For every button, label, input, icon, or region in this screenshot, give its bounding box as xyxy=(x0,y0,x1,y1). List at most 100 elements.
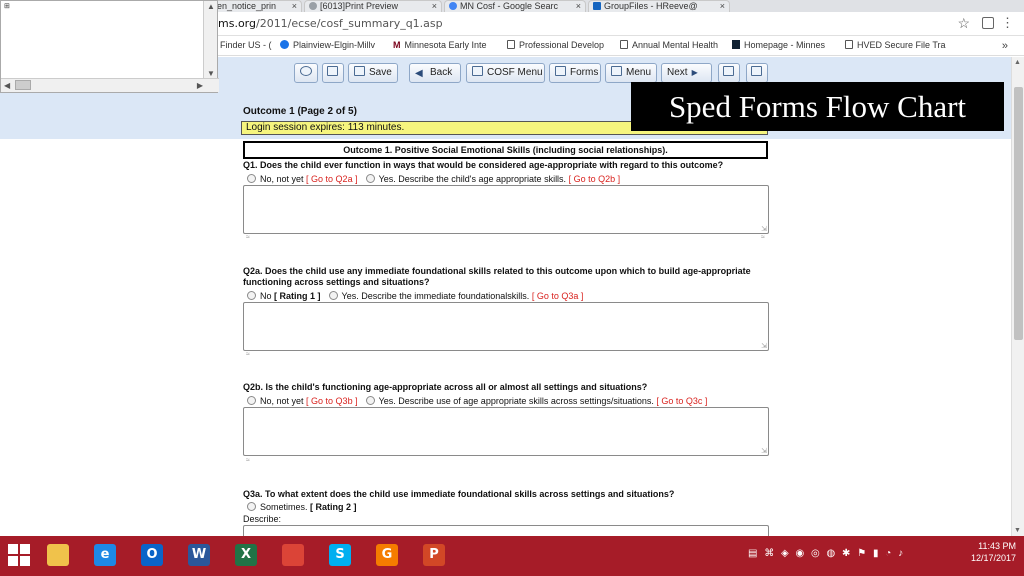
update-tray-icon[interactable]: ◉ xyxy=(796,548,807,559)
expand-button[interactable] xyxy=(294,63,318,83)
excel-icon[interactable]: X xyxy=(230,540,262,572)
scroll-up-icon[interactable]: ▲ xyxy=(207,2,215,11)
scroll-thumb[interactable] xyxy=(1014,87,1023,340)
q2b-textarea[interactable]: ⇲ xyxy=(243,407,769,456)
security-tray-icon[interactable]: ◈ xyxy=(781,548,791,559)
browser-tab[interactable]: [6013]Print Preview × xyxy=(304,0,442,12)
windows-start-icon[interactable] xyxy=(8,544,30,566)
cosf-menu-label: COSF Menu xyxy=(487,67,543,78)
next-label: Next xyxy=(667,67,688,78)
scroll-up-icon[interactable]: ▲ xyxy=(1014,59,1021,66)
document-button[interactable] xyxy=(718,63,740,83)
foxit-reader-icon[interactable]: G xyxy=(371,540,403,572)
word-icon[interactable]: W xyxy=(183,540,215,572)
tab-label: MN Cosf - Google Searc xyxy=(460,1,559,11)
menu-button[interactable]: Menu xyxy=(605,63,657,83)
scroll-down-icon[interactable]: ▼ xyxy=(207,69,215,78)
option-label: No, not yet xyxy=(260,396,304,406)
printer-tray-icon[interactable]: ▤ xyxy=(748,548,759,559)
network-tray-icon[interactable]: ⌘ xyxy=(764,548,776,559)
browser-tab[interactable]: GroupFiles - HReeve@ × xyxy=(588,0,730,12)
browser-tab[interactable]: en_notice_prin × xyxy=(212,0,302,12)
bookmark-label: Finder US - ( xyxy=(220,40,272,50)
scroll-down-icon[interactable]: ▼ xyxy=(1014,527,1021,534)
wifi-icon[interactable]: ◔ xyxy=(885,548,893,559)
bookmark-item[interactable]: Professional Develop xyxy=(507,40,604,50)
powerpoint-icon[interactable]: P xyxy=(418,540,450,572)
bookmark-label: Homepage - Minnes xyxy=(744,40,826,50)
bookmark-item[interactable]: M Minnesota Early Inte xyxy=(393,40,487,50)
option-label: No xyxy=(260,291,272,301)
option-label: Yes. Describe use of age appropriate ski… xyxy=(378,396,654,406)
bookmark-label: Annual Mental Health xyxy=(632,40,719,50)
radio-yes[interactable] xyxy=(365,174,375,183)
resize-handle-icon: ≈ xyxy=(761,234,765,241)
bluetooth-icon[interactable]: ✱ xyxy=(842,548,852,559)
bookmark-item[interactable]: HVED Secure File Tra xyxy=(845,40,946,50)
chat-tray-icon[interactable]: ◍ xyxy=(827,548,838,559)
option-label: No, not yet xyxy=(260,174,304,184)
next-button[interactable]: Next ▶ xyxy=(661,63,712,83)
horizontal-scrollbar[interactable]: ◀ ▶ xyxy=(1,78,219,92)
battery-icon[interactable]: ▮ xyxy=(873,548,881,559)
bookmark-label: Minnesota Early Inte xyxy=(404,40,487,50)
skype-icon[interactable]: S xyxy=(324,540,356,572)
sync-tray-icon[interactable]: ◎ xyxy=(811,548,822,559)
window-button[interactable] xyxy=(322,63,344,83)
cosf-menu-button[interactable]: COSF Menu xyxy=(466,63,545,83)
radio-sometimes[interactable] xyxy=(247,502,256,511)
close-icon[interactable]: × xyxy=(720,1,725,11)
close-icon[interactable]: × xyxy=(292,1,297,11)
clock[interactable]: 11:43 PM 12/17/2017 xyxy=(971,540,1016,564)
page-title: Outcome 1 (Page 2 of 5) xyxy=(243,106,357,117)
file-explorer-icon[interactable] xyxy=(42,540,74,572)
url-field[interactable]: ms.org/2011/ecse/cosf_summary_q1.asp xyxy=(218,17,443,30)
scroll-left-icon[interactable]: ◀ xyxy=(4,81,10,90)
close-icon[interactable]: × xyxy=(576,1,581,11)
resize-grip-icon[interactable]: ⇲ xyxy=(761,342,767,350)
goto-link: [ Go to Q3a ] xyxy=(531,291,584,301)
print-button[interactable] xyxy=(746,63,768,83)
window-icon xyxy=(327,66,338,76)
scroll-right-icon[interactable]: ▶ xyxy=(197,81,203,90)
scroll-thumb[interactable] xyxy=(15,80,31,90)
page-scrollbar[interactable]: ▲ ▼ xyxy=(1011,57,1024,536)
radio-no-not-yet[interactable] xyxy=(247,396,256,405)
save-label: Save xyxy=(369,67,392,78)
bookmark-item[interactable]: Plainview-Elgin-Millv xyxy=(280,40,375,50)
flag-icon[interactable]: ⚑ xyxy=(857,548,868,559)
radio-yes[interactable] xyxy=(365,396,375,405)
vertical-scrollbar[interactable]: ▲ ▼ xyxy=(203,1,217,79)
bookmark-item[interactable]: Finder US - ( xyxy=(220,40,272,50)
extension-icon[interactable] xyxy=(982,17,994,29)
question-q2b: Q2b. Is the child's functioning age-appr… xyxy=(243,382,648,392)
back-button[interactable]: ◀ Back xyxy=(409,63,461,83)
tab-label: GroupFiles - HReeve@ xyxy=(604,1,698,11)
more-bookmarks-icon[interactable]: » xyxy=(1002,40,1008,52)
groupfiles-icon xyxy=(593,2,601,10)
bookmark-star-icon[interactable]: ☆ xyxy=(957,15,970,32)
bookmark-item[interactable]: Homepage - Minnes xyxy=(732,40,825,50)
close-icon[interactable]: × xyxy=(432,1,437,11)
bookmark-item[interactable]: Annual Mental Health xyxy=(620,40,718,50)
forms-label: Forms xyxy=(570,67,599,78)
save-button[interactable]: Save xyxy=(348,63,398,83)
forms-button[interactable]: Forms xyxy=(549,63,601,83)
grid-icon: ⊞ xyxy=(4,3,10,10)
resize-grip-icon[interactable]: ⇲ xyxy=(761,225,767,233)
radio-no[interactable] xyxy=(247,291,256,300)
tab-label: en_notice_prin xyxy=(217,1,277,11)
chrome-icon[interactable] xyxy=(277,540,309,572)
browser-tab[interactable]: MN Cosf - Google Searc × xyxy=(444,0,586,12)
radio-no-not-yet[interactable] xyxy=(247,174,256,183)
popup-window: ⊞ ▲ ▼ ◀ ▶ xyxy=(0,0,219,93)
menu-kebab-icon[interactable]: ⋮ xyxy=(1001,15,1014,31)
q2a-textarea[interactable]: ⇲ xyxy=(243,302,769,351)
q1-textarea[interactable]: ⇲ xyxy=(243,185,769,234)
volume-icon[interactable]: ♪ xyxy=(898,548,905,559)
outlook-icon[interactable]: O xyxy=(136,540,168,572)
google-icon xyxy=(449,2,457,10)
radio-yes[interactable] xyxy=(328,291,338,300)
internet-explorer-icon[interactable]: e xyxy=(89,540,121,572)
resize-grip-icon[interactable]: ⇲ xyxy=(761,447,767,455)
